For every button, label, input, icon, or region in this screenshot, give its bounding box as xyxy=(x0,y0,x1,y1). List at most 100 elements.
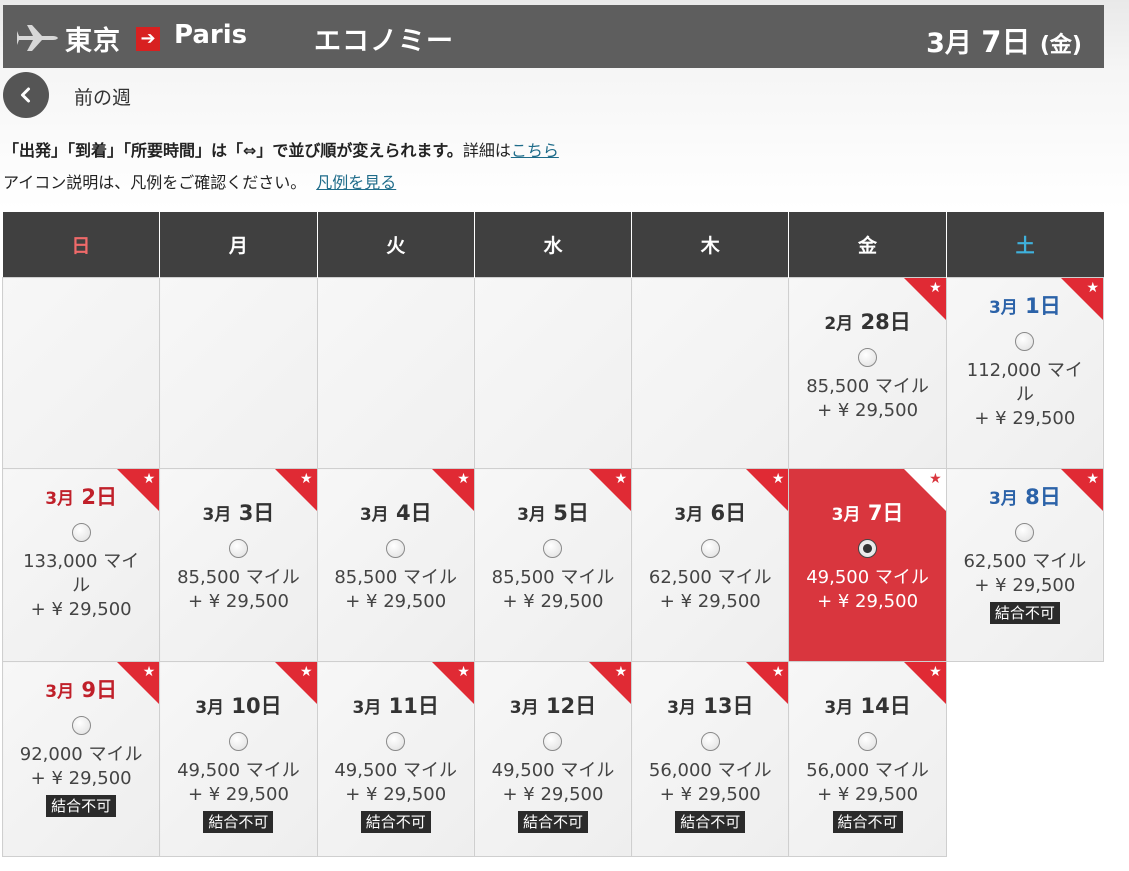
star-icon: ★ xyxy=(614,664,628,680)
day-month: 2月 xyxy=(824,314,854,334)
day-number: 5日 xyxy=(553,501,589,525)
no-combine-badge: 結合不可 xyxy=(832,811,903,833)
calendar-empty-cell xyxy=(159,277,318,469)
arrow-right-icon: ➔ xyxy=(136,27,160,51)
day-select-radio[interactable] xyxy=(543,732,563,751)
calendar-empty-cell xyxy=(316,277,475,469)
selected-date-weekday: (金) xyxy=(1039,33,1082,58)
calendar-day-cell[interactable]: ★ 3月 9日 92,000 マイル + ¥ 29,500 結合不可 xyxy=(1,661,161,857)
calendar-day-cell[interactable]: ★ 3月 12日 49,500 マイル + ¥ 29,500 結合不可 xyxy=(473,661,633,857)
calendar-empty-cell xyxy=(1,277,161,469)
star-icon: ★ xyxy=(457,471,470,487)
calendar-day-cell[interactable]: ★ 3月 5日 85,500 マイル + ¥ 29,500 xyxy=(473,468,633,662)
star-icon: ★ xyxy=(1086,471,1099,487)
calendar-day-cell[interactable]: ★ 3月 10日 49,500 マイル + ¥ 29,500 結合不可 xyxy=(159,661,318,857)
calendar-day-cell[interactable]: ★ 3月 2日 133,000 マイル + ¥ 29,500 xyxy=(1,468,161,662)
star-icon: ★ xyxy=(142,664,156,680)
origin-city: 東京 xyxy=(65,26,121,57)
miles-price: 85,500 マイル xyxy=(177,567,300,588)
day-select-radio[interactable] xyxy=(858,348,878,367)
miles-price: 49,500 マイル xyxy=(806,567,929,588)
details-prefix: 詳細は xyxy=(462,141,511,160)
day-number: 3日 xyxy=(238,501,275,525)
weekday-fri: 金 xyxy=(788,212,947,278)
tax-price: + ¥ 29,500 xyxy=(817,784,919,805)
star-icon: ★ xyxy=(771,664,785,680)
day-select-radio[interactable] xyxy=(858,732,878,751)
weekday-tue: 火 xyxy=(316,212,475,278)
no-combine-badge: 結合不可 xyxy=(989,602,1060,624)
plane-icon xyxy=(17,25,58,51)
tax-price: + ¥ 29,500 xyxy=(659,784,761,805)
calendar-day-cell[interactable]: ★ 3月 4日 85,500 マイル + ¥ 29,500 xyxy=(316,468,475,662)
day-select-radio[interactable] xyxy=(700,539,720,558)
day-select-radio[interactable] xyxy=(858,539,878,558)
day-select-radio[interactable] xyxy=(386,732,406,751)
miles-price: 49,500 マイル xyxy=(491,760,615,781)
day-select-radio[interactable] xyxy=(71,523,91,542)
tax-price: + ¥ 29,500 xyxy=(30,599,132,620)
star-icon: ★ xyxy=(457,664,470,680)
day-number: 1日 xyxy=(1025,294,1061,318)
star-icon: ★ xyxy=(1086,280,1099,296)
day-month: 3月 xyxy=(352,698,382,718)
sort-info-line: 「出発」「到着」「所要時間」は「⇔」で並び順が変えられます。詳細はこちら xyxy=(3,137,559,161)
star-icon: ★ xyxy=(614,471,628,487)
calendar-day-cell[interactable]: ★ 3月 3日 85,500 マイル + ¥ 29,500 xyxy=(159,468,318,662)
prev-week-button[interactable] xyxy=(3,72,49,118)
calendar-week-row: ★ 3月 2日 133,000 マイル + ¥ 29,500 ★ 3月 3日 85,500 … xyxy=(1,468,1105,662)
miles-price: 85,500 マイル xyxy=(806,376,929,397)
calendar-day-cell[interactable]: ★ 2月 28日 85,500 マイル + ¥ 29,500 xyxy=(788,277,947,469)
calendar-day-cell[interactable]: ★ 3月 14日 56,000 マイル + ¥ 29,500 結合不可 xyxy=(788,661,947,857)
miles-price: 133,000 マイル xyxy=(23,551,140,596)
calendar-empty-cell xyxy=(945,661,1104,857)
tax-price: + ¥ 29,500 xyxy=(187,591,289,612)
tax-price: + ¥ 29,500 xyxy=(187,784,289,805)
no-combine-badge: 結合不可 xyxy=(675,811,746,833)
day-select-radio[interactable] xyxy=(386,539,406,558)
selected-date: 3月 7日 (金) xyxy=(926,19,1082,61)
day-month: 3月 xyxy=(202,505,232,525)
calendar-day-cell[interactable]: ★ 3月 7日 49,500 マイル + ¥ 29,500 xyxy=(788,468,947,662)
selected-date-day: 7日 xyxy=(981,25,1031,59)
tax-price: + ¥ 29,500 xyxy=(974,408,1076,429)
calendar-day-cell[interactable]: ★ 3月 1日 112,000 マイル + ¥ 29,500 xyxy=(945,277,1105,469)
day-select-radio[interactable] xyxy=(71,716,91,735)
day-month: 3月 xyxy=(509,698,539,718)
tax-price: + ¥ 29,500 xyxy=(30,768,132,789)
tax-price: + ¥ 29,500 xyxy=(659,591,761,612)
tax-price: + ¥ 29,500 xyxy=(502,784,604,805)
details-link[interactable]: こちら xyxy=(511,141,559,160)
day-select-radio[interactable] xyxy=(228,732,248,751)
weekday-thu: 木 xyxy=(631,212,789,278)
calendar-day-cell[interactable]: ★ 3月 6日 62,500 マイル + ¥ 29,500 xyxy=(631,468,790,662)
calendar-day-cell[interactable]: ★ 3月 11日 49,500 マイル + ¥ 29,500 結合不可 xyxy=(316,661,475,857)
legend-link[interactable]: 凡例を見る xyxy=(316,173,396,192)
day-select-radio[interactable] xyxy=(1015,523,1035,542)
tax-price: + ¥ 29,500 xyxy=(974,575,1076,596)
day-number: 7日 xyxy=(867,501,904,525)
day-month: 3月 xyxy=(674,505,704,525)
day-select-radio[interactable] xyxy=(543,539,563,558)
no-combine-badge: 結合不可 xyxy=(46,795,117,817)
calendar-day-cell[interactable]: ★ 3月 8日 62,500 マイル + ¥ 29,500 結合不可 xyxy=(945,468,1105,662)
day-month: 3月 xyxy=(359,505,389,525)
miles-price: 62,500 マイル xyxy=(963,551,1087,572)
day-number: 8日 xyxy=(1025,485,1061,509)
tax-price: + ¥ 29,500 xyxy=(502,591,604,612)
day-number: 6日 xyxy=(710,501,747,525)
miles-price: 85,500 マイル xyxy=(491,567,615,588)
chevron-left-icon xyxy=(21,87,30,103)
tax-price: + ¥ 29,500 xyxy=(817,400,919,421)
day-month: 3月 xyxy=(45,682,75,702)
calendar-day-cell[interactable]: ★ 3月 13日 56,000 マイル + ¥ 29,500 結合不可 xyxy=(631,661,790,857)
day-select-radio[interactable] xyxy=(1015,332,1035,351)
day-month: 3月 xyxy=(824,698,854,718)
day-select-radio[interactable] xyxy=(228,539,248,558)
prev-week-label[interactable]: 前の週 xyxy=(74,83,131,110)
star-icon: ★ xyxy=(300,664,313,680)
star-icon: ★ xyxy=(929,280,942,296)
day-select-radio[interactable] xyxy=(700,732,720,751)
tax-price: + ¥ 29,500 xyxy=(345,784,447,805)
calendar-empty-cell xyxy=(473,277,633,469)
